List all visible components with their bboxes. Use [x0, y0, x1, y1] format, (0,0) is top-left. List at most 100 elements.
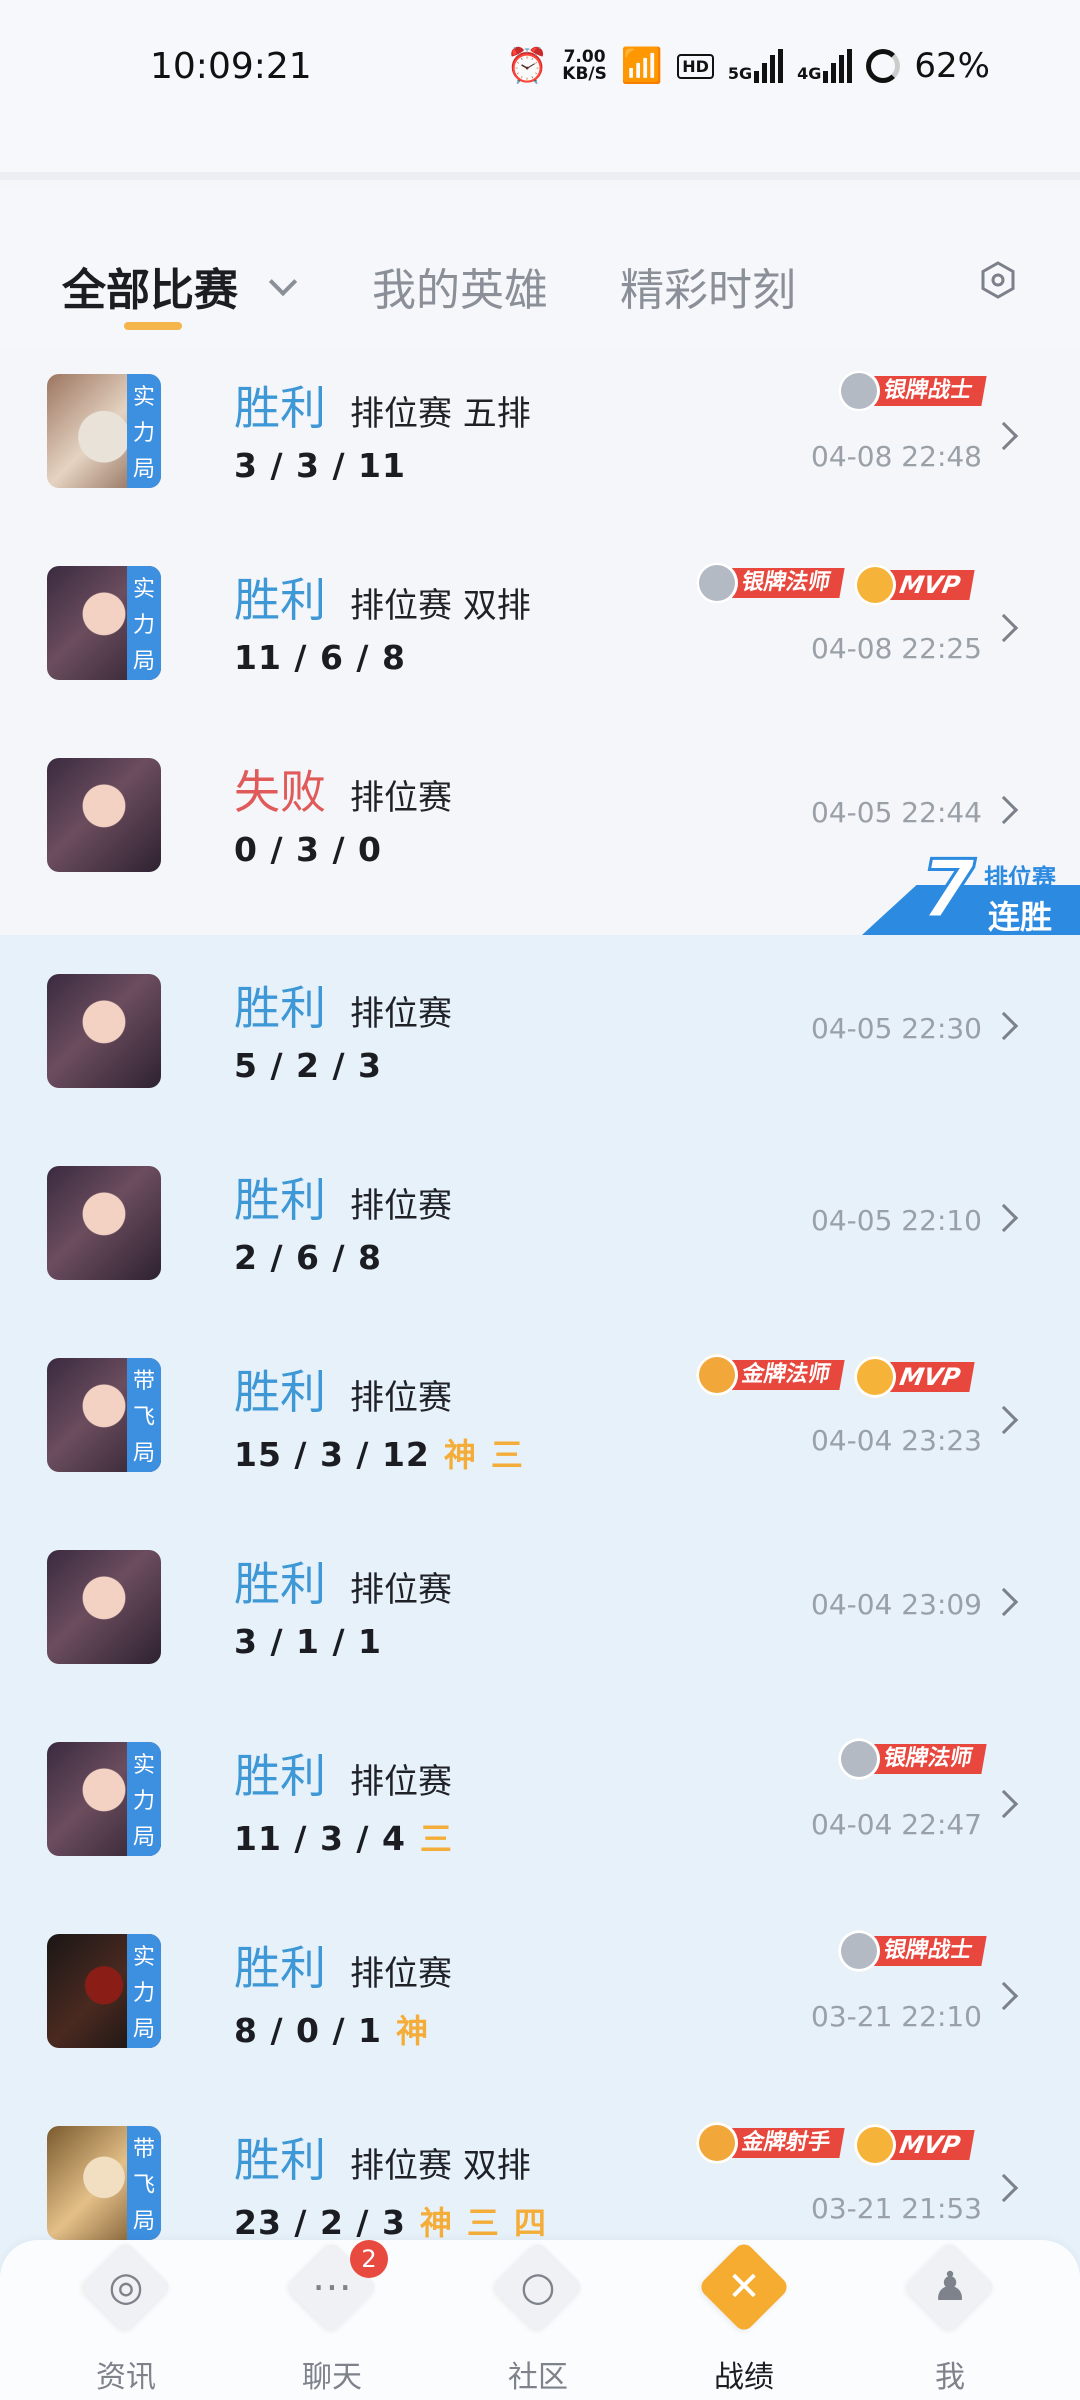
alarm-icon: ⏰	[505, 46, 549, 86]
match-date: 04-05 22:30	[811, 1012, 982, 1045]
tab-indicator	[124, 322, 182, 330]
match-result: 失败	[234, 765, 326, 819]
battery-level: 62%	[914, 46, 990, 86]
signal-5g-icon: 5G	[728, 49, 784, 83]
bottom-nav: ◎ 资讯 ⋯ 2 聊天 ○ 社区 ✕ 战绩 ♟ 我	[0, 2240, 1080, 2400]
trophy-icon	[854, 564, 896, 606]
nav-news[interactable]: ◎ 资讯	[66, 2240, 186, 2400]
match-row[interactable]: 实力局 胜利 排位赛 8 / 0 / 1神 银牌战士 03-21 22:10	[0, 1910, 1080, 2102]
match-date: 04-04 23:23	[811, 1424, 982, 1457]
marksman-badge-icon	[695, 2122, 738, 2164]
god-tag: 神	[443, 1437, 477, 1473]
match-ribbon: 实力局	[127, 1934, 161, 2048]
nav-chat[interactable]: ⋯ 2 聊天	[272, 2240, 392, 2400]
match-mode: 排位赛	[350, 778, 452, 818]
match-ribbon: 实力局	[127, 374, 161, 488]
chevron-right-icon[interactable]	[989, 795, 1019, 825]
match-mode: 排位赛	[350, 1762, 452, 1802]
nav-label: 我	[935, 2360, 965, 2395]
match-result: 胜利	[234, 573, 326, 627]
chevron-right-icon[interactable]	[989, 1587, 1019, 1617]
match-kda: 0 / 3 / 0	[234, 830, 382, 869]
match-badges: 银牌法师 MVP	[695, 562, 984, 606]
match-kda: 3 / 1 / 1	[234, 1622, 382, 1661]
match-kda: 23 / 2 / 3神三四	[234, 2203, 547, 2242]
chevron-right-icon[interactable]	[989, 1981, 1019, 2011]
trophy-icon	[854, 1356, 896, 1398]
match-result: 胜利	[234, 1365, 326, 1419]
chevron-right-icon[interactable]	[989, 1405, 1019, 1435]
match-kda: 11 / 6 / 8	[234, 638, 406, 677]
match-mode: 排位赛 双排	[350, 2146, 531, 2186]
match-result: 胜利	[234, 1173, 326, 1227]
chevron-right-icon[interactable]	[989, 1011, 1019, 1041]
match-row[interactable]: 带飞局 胜利 排位赛 15 / 3 / 12 神三 金牌法师 MVP 04-04 …	[0, 1334, 1080, 1526]
hero-avatar: 实力局	[47, 1934, 161, 2048]
streak-label: 连胜	[988, 898, 1053, 936]
match-date: 04-08 22:25	[811, 632, 982, 665]
god-tag: 神	[419, 2205, 453, 2241]
match-row[interactable]: 胜利 排位赛 3 / 1 / 1 04-04 23:09	[0, 1526, 1080, 1718]
match-result: 胜利	[234, 1941, 326, 1995]
mvp-badge: MVP	[854, 2124, 984, 2166]
match-date: 03-21 22:10	[811, 2000, 982, 2033]
header-divider	[0, 140, 1080, 180]
match-mode: 排位赛	[350, 1954, 452, 1994]
trophy-icon	[854, 2124, 896, 2166]
tab-highlights[interactable]: 精彩时刻	[620, 254, 796, 318]
match-row[interactable]: 胜利 排位赛 5 / 2 / 3 04-05 22:30	[0, 950, 1080, 1142]
match-row[interactable]: 实力局 胜利 排位赛 双排 11 / 6 / 8 银牌法师 MVP 04-08 …	[0, 542, 1080, 734]
chevron-right-icon[interactable]	[989, 613, 1019, 643]
tab-all-matches[interactable]: 全部比赛	[62, 254, 238, 318]
hero-avatar	[47, 1550, 161, 1664]
nav-label: 资讯	[96, 2360, 156, 2395]
match-result: 胜利	[234, 2133, 326, 2187]
chevron-down-icon[interactable]	[268, 267, 298, 297]
nav-label: 聊天	[302, 2360, 362, 2395]
match-result: 胜利	[234, 381, 326, 435]
match-mode: 排位赛 双排	[350, 586, 531, 626]
mvp-badge: MVP	[854, 564, 984, 606]
chevron-right-icon[interactable]	[989, 1203, 1019, 1233]
nav-label: 社区	[508, 2360, 568, 2395]
match-kda: 15 / 3 / 12 神三	[234, 1435, 524, 1474]
rank-badge: 银牌战士	[837, 1930, 987, 1972]
chevron-right-icon[interactable]	[989, 2173, 1019, 2203]
match-date: 03-21 21:53	[811, 2192, 982, 2225]
status-time: 10:09:21	[150, 46, 312, 87]
hero-avatar: 实力局	[47, 1742, 161, 1856]
hd-icon: HD	[677, 53, 714, 79]
nav-me[interactable]: ♟ 我	[890, 2240, 1010, 2400]
nav-record[interactable]: ✕ 战绩	[684, 2240, 804, 2400]
match-mode: 排位赛 五排	[350, 394, 531, 434]
tab-bar: 全部比赛 我的英雄 精彩时刻	[0, 188, 1080, 350]
match-kda: 5 / 2 / 3	[234, 1046, 382, 1085]
match-row[interactable]: 实力局 胜利 排位赛 五排 3 / 3 / 11 银牌战士 04-08 22:4…	[0, 350, 1080, 542]
hero-avatar: 带飞局	[47, 2126, 161, 2240]
streak-type: 排位赛	[984, 864, 1056, 892]
chevron-right-icon[interactable]	[989, 1789, 1019, 1819]
hero-avatar	[47, 758, 161, 872]
match-date: 04-04 23:09	[811, 1588, 982, 1621]
match-row[interactable]: 实力局 胜利 排位赛 11 / 3 / 4三 银牌法师 04-04 22:47	[0, 1718, 1080, 1910]
rank-badge: 银牌法师	[837, 1738, 987, 1780]
match-badges: 银牌法师	[837, 1738, 987, 1780]
tab-my-heroes[interactable]: 我的英雄	[372, 254, 548, 318]
chevron-right-icon[interactable]	[989, 421, 1019, 451]
settings-hexagon-icon[interactable]	[978, 260, 1018, 300]
match-mode: 排位赛	[350, 1378, 452, 1418]
match-date: 04-08 22:48	[811, 440, 982, 473]
match-result: 胜利	[234, 981, 326, 1035]
match-ribbon: 实力局	[127, 1742, 161, 1856]
hero-avatar: 带飞局	[47, 1358, 161, 1472]
nav-community[interactable]: ○ 社区	[478, 2240, 598, 2400]
match-ribbon: 带飞局	[127, 1358, 161, 1472]
match-result: 胜利	[234, 1557, 326, 1611]
hero-avatar	[47, 974, 161, 1088]
mvp-badge: MVP	[854, 1356, 984, 1398]
match-date: 04-05 22:44	[811, 796, 982, 829]
match-date: 04-05 22:10	[811, 1204, 982, 1237]
triple-kill-tag: 三	[490, 1437, 524, 1473]
match-row[interactable]: 胜利 排位赛 2 / 6 / 8 04-05 22:10	[0, 1142, 1080, 1334]
match-kda: 8 / 0 / 1神	[234, 2011, 429, 2050]
